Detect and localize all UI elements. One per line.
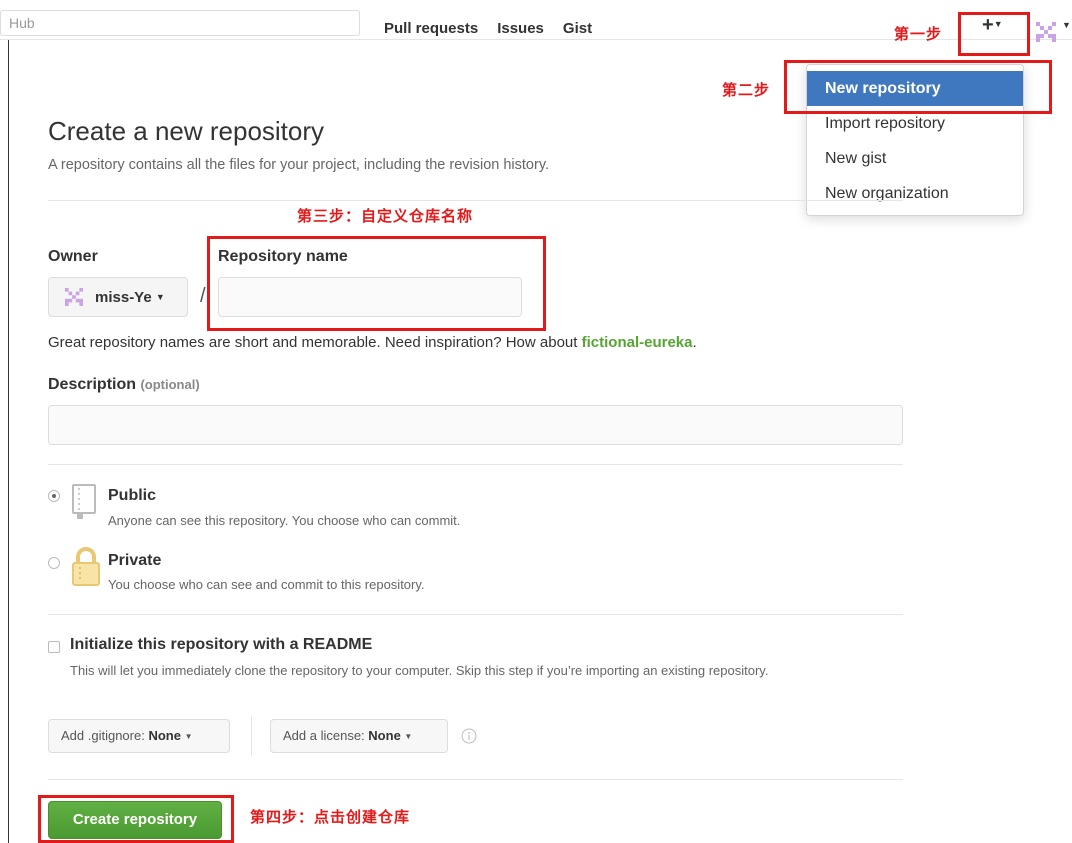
readme-checkbox[interactable] bbox=[48, 641, 60, 653]
user-avatar[interactable] bbox=[1036, 22, 1056, 42]
readme-description: This will let you immediately clone the … bbox=[70, 663, 769, 678]
lock-icon bbox=[72, 547, 100, 586]
annotation-step4: 第四步：点击创建仓库 bbox=[250, 808, 411, 826]
book-icon bbox=[72, 484, 96, 519]
annotation-step3: 第三步：自定义仓库名称 bbox=[297, 207, 474, 225]
optional-tag: (optional) bbox=[140, 377, 200, 392]
chevron-down-icon: ▼ bbox=[155, 292, 165, 302]
nav-issues[interactable]: Issues bbox=[497, 20, 544, 37]
private-radio[interactable] bbox=[48, 557, 60, 569]
gitignore-value: None bbox=[148, 728, 181, 743]
annotation-step1: 第一步 bbox=[894, 25, 943, 43]
repo-name-hint: Great repository names are short and mem… bbox=[48, 334, 697, 351]
avatar bbox=[65, 288, 83, 306]
search-input[interactable]: Hub bbox=[0, 10, 360, 36]
public-title: Public bbox=[108, 487, 157, 504]
chevron-down-icon[interactable]: ▼ bbox=[1062, 20, 1071, 30]
owner-label: Owner bbox=[48, 248, 98, 265]
divider bbox=[48, 464, 903, 465]
hint-text: Great repository names are short and mem… bbox=[48, 334, 582, 351]
divider bbox=[48, 614, 903, 615]
menu-item-new-organization[interactable]: New organization bbox=[807, 176, 1023, 211]
page-title: Create a new repository bbox=[48, 116, 325, 146]
public-description: Anyone can see this repository. You choo… bbox=[108, 513, 461, 528]
public-radio[interactable] bbox=[48, 490, 60, 502]
description-label: Description (optional) bbox=[48, 376, 200, 394]
owner-select[interactable]: miss-Ye ▼ bbox=[48, 277, 188, 317]
page-subtitle: A repository contains all the files for … bbox=[48, 157, 550, 173]
info-icon[interactable] bbox=[461, 728, 477, 744]
description-label-text: Description bbox=[48, 376, 137, 393]
chevron-down-icon: ▼ bbox=[404, 732, 413, 741]
chevron-down-icon: ▼ bbox=[184, 732, 193, 741]
license-select[interactable]: Add a license: None ▼ bbox=[270, 719, 448, 753]
hint-suffix: . bbox=[692, 334, 697, 351]
gitignore-select[interactable]: Add .gitignore: None ▼ bbox=[48, 719, 230, 753]
annotation-step2: 第二步 bbox=[722, 81, 771, 99]
annotation-box-step4 bbox=[38, 795, 234, 843]
license-value: None bbox=[368, 728, 401, 743]
nav-gist[interactable]: Gist bbox=[563, 20, 592, 37]
annotation-box-step3 bbox=[207, 236, 546, 331]
page-edge-line bbox=[8, 40, 9, 843]
description-input[interactable] bbox=[48, 405, 903, 445]
annotation-box-step2 bbox=[784, 60, 1052, 114]
readme-title: Initialize this repository with a README bbox=[70, 636, 373, 653]
divider bbox=[48, 779, 903, 780]
annotation-box-step1 bbox=[958, 12, 1030, 56]
owner-value: miss-Ye bbox=[95, 289, 152, 306]
gitignore-prefix: Add .gitignore: bbox=[61, 728, 145, 743]
divider bbox=[251, 716, 252, 756]
private-title: Private bbox=[108, 552, 162, 569]
menu-item-new-gist[interactable]: New gist bbox=[807, 141, 1023, 176]
license-prefix: Add a license: bbox=[283, 728, 365, 743]
divider bbox=[48, 200, 903, 201]
name-suggestion-link[interactable]: fictional-eureka bbox=[582, 334, 693, 351]
owner-repo-separator: / bbox=[200, 285, 206, 307]
nav-pull-requests[interactable]: Pull requests bbox=[384, 20, 478, 37]
top-nav: Pull requests Issues Gist bbox=[384, 20, 611, 37]
private-description: You choose who can see and commit to thi… bbox=[108, 577, 425, 592]
